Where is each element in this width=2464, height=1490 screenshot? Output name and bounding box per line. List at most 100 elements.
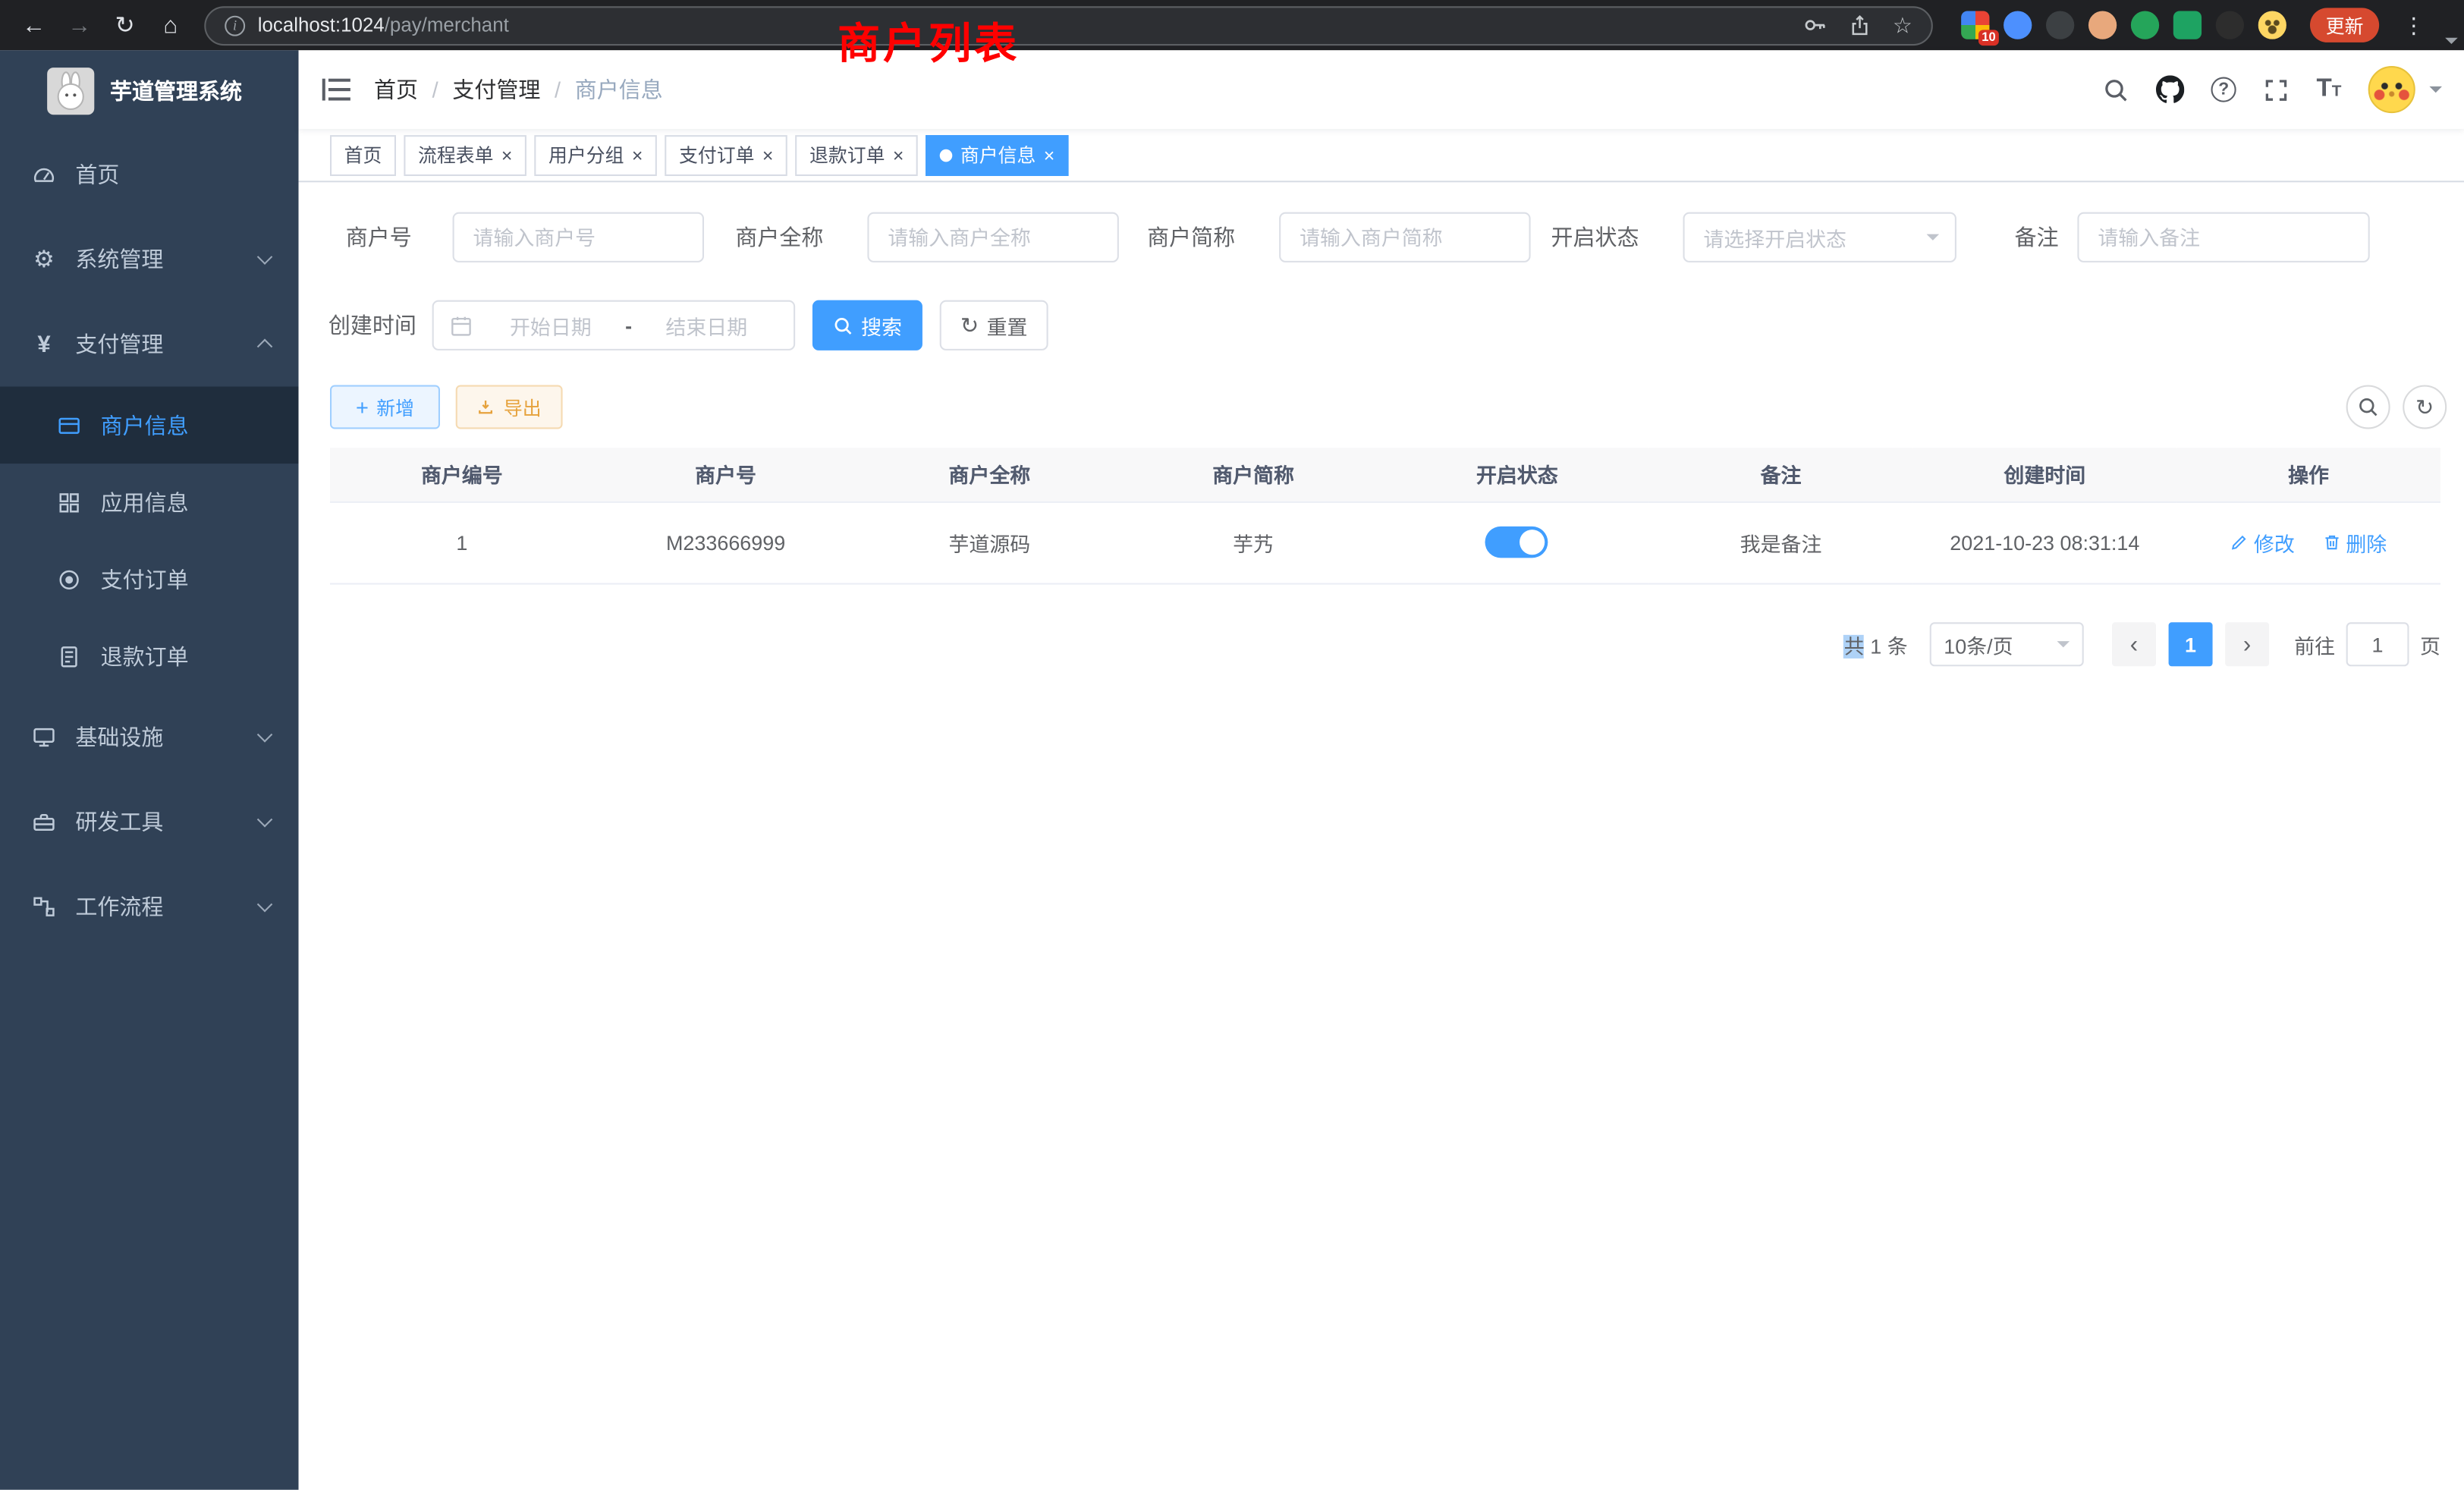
refresh-table-button[interactable]: ↻: [2403, 385, 2447, 429]
delete-link[interactable]: 删除: [2322, 527, 2387, 557]
short-name-input[interactable]: [1279, 212, 1530, 262]
short-name-label: 商户简称: [1144, 212, 1235, 262]
bookmark-star-icon[interactable]: ☆: [1893, 14, 1912, 36]
fullscreen-icon[interactable]: [2263, 76, 2290, 102]
goto-unit: 页: [2420, 630, 2440, 659]
extension-icon-knot[interactable]: [2216, 11, 2244, 39]
extension-icon-dark[interactable]: [2046, 11, 2074, 39]
document-icon: [57, 643, 82, 668]
sidebar-item-dev-tools[interactable]: 研发工具: [0, 779, 299, 864]
page-1-button[interactable]: 1: [2169, 622, 2213, 666]
annotation-text: 商户列表: [838, 9, 1020, 71]
sidebar: 芋道管理系统 首页 ⚙ 系统管理 ¥ 支付管理 商户信息: [0, 50, 299, 1489]
breadcrumb-home[interactable]: 首页: [374, 74, 418, 105]
sidebar-item-payment-order[interactable]: 支付订单: [0, 541, 299, 618]
share-icon[interactable]: [1849, 14, 1872, 37]
back-icon[interactable]: ←: [13, 4, 55, 46]
cell-remark: 我是备注: [1649, 501, 1913, 583]
table-row: 1 M233666999 芋道源码 芋艿 我是备注 2021-10-23 08:…: [330, 501, 2440, 583]
extension-icon-smiley[interactable]: [2258, 11, 2286, 39]
status-select[interactable]: 请选择开启状态: [1683, 212, 1956, 262]
full-name-input[interactable]: [867, 212, 1118, 262]
user-avatar[interactable]: [2368, 66, 2415, 113]
merchant-no-input[interactable]: [453, 212, 704, 262]
tab-user-group[interactable]: 用户分组 ×: [534, 134, 657, 175]
reload-icon[interactable]: ↻: [104, 4, 146, 46]
next-page-button[interactable]: ›: [2225, 622, 2269, 666]
tab-refund-order[interactable]: 退款订单 ×: [795, 134, 918, 175]
profile-caret-icon[interactable]: [2445, 38, 2458, 51]
sidebar-item-workflow[interactable]: 工作流程: [0, 864, 299, 949]
tab-close-icon[interactable]: ×: [501, 146, 513, 165]
extension-icon-blue[interactable]: [2004, 11, 2032, 39]
download-icon: [477, 398, 496, 417]
extension-badge: 10: [1978, 30, 1999, 46]
tab-label: 支付订单: [679, 141, 754, 168]
github-icon[interactable]: [2156, 75, 2184, 103]
edit-link[interactable]: 修改: [2230, 527, 2295, 557]
sidebar-item-app-info[interactable]: 应用信息: [0, 464, 299, 541]
show-search-toggle-button[interactable]: [2346, 385, 2390, 429]
tab-process-form[interactable]: 流程表单 ×: [404, 134, 526, 175]
pagination-total: 共 1 条: [1844, 630, 1908, 659]
breadcrumb-payment[interactable]: 支付管理: [452, 74, 540, 105]
tab-label: 流程表单: [418, 141, 493, 168]
browser-update-button[interactable]: 更新: [2310, 8, 2379, 42]
monitor-icon: [31, 725, 56, 750]
extension-icon-avatar[interactable]: [2088, 11, 2117, 39]
tab-close-icon[interactable]: ×: [632, 146, 643, 165]
sidebar-item-infrastructure[interactable]: 基础设施: [0, 695, 299, 780]
export-button[interactable]: 导出: [456, 385, 563, 429]
add-button[interactable]: + 新增: [330, 385, 440, 429]
active-dot: [940, 149, 953, 162]
forward-icon[interactable]: →: [58, 4, 101, 46]
breadcrumb: 首页 / 支付管理 / 商户信息: [374, 74, 663, 105]
dashboard-icon: [31, 162, 56, 187]
font-size-icon[interactable]: TT: [2317, 77, 2342, 102]
extension-icon-green-circle[interactable]: [2131, 11, 2159, 39]
sidebar-item-home[interactable]: 首页: [0, 132, 299, 217]
refresh-icon: ↻: [960, 314, 979, 336]
sidebar-item-label: 支付订单: [101, 564, 189, 595]
extensions-row: 10 更新 ⋮: [1961, 8, 2434, 42]
prev-page-button[interactable]: ‹: [2112, 622, 2156, 666]
app-logo[interactable]: 芋道管理系统: [0, 50, 299, 132]
remark-input[interactable]: [2077, 212, 2369, 262]
tab-close-icon[interactable]: ×: [1044, 146, 1055, 165]
help-icon[interactable]: ?: [2211, 77, 2236, 102]
tab-home[interactable]: 首页: [330, 134, 396, 175]
chevron-down-icon: [258, 251, 274, 267]
logo-image: [47, 68, 94, 115]
tab-payment-order[interactable]: 支付订单 ×: [665, 134, 787, 175]
browser-home-icon[interactable]: ⌂: [149, 4, 192, 46]
site-info-icon[interactable]: i: [225, 15, 245, 36]
sidebar-item-refund-order[interactable]: 退款订单: [0, 618, 299, 695]
header-search-icon[interactable]: [2103, 76, 2129, 102]
reset-button[interactable]: ↻ 重置: [940, 300, 1048, 350]
avatar-caret-icon[interactable]: [2429, 86, 2442, 99]
status-toggle[interactable]: [1485, 527, 1548, 558]
cell-merchant-id: 1: [330, 501, 594, 583]
sidebar-item-merchant-info[interactable]: 商户信息: [0, 387, 299, 464]
tab-close-icon[interactable]: ×: [893, 146, 904, 165]
date-separator: -: [622, 313, 635, 337]
search-button[interactable]: 搜索: [812, 300, 922, 350]
sidebar-toggle-icon[interactable]: [299, 50, 374, 129]
col-actions: 操作: [2176, 448, 2440, 501]
pagination: 共 1 条 10条/页 ‹ 1 › 前往 页: [299, 622, 2440, 666]
url-text[interactable]: localhost:1024/pay/merchant: [258, 14, 509, 36]
browser-menu-icon[interactable]: ⋮: [2393, 12, 2434, 39]
main-content: 商户号 商户全称 商户简称 开启状态 请选择开启状态 备注 创建时间 开始日期 …: [299, 182, 2464, 1489]
password-key-icon[interactable]: [1803, 13, 1828, 38]
chevron-down-icon: [2057, 641, 2070, 654]
goto-page-input[interactable]: [2346, 622, 2409, 666]
extension-icon-grid[interactable]: 10: [1961, 11, 1989, 39]
create-time-range-picker[interactable]: 开始日期 - 结束日期: [432, 300, 796, 350]
extension-icon-green-square[interactable]: [2173, 11, 2202, 39]
sidebar-item-system[interactable]: ⚙ 系统管理: [0, 217, 299, 302]
sidebar-item-payment[interactable]: ¥ 支付管理: [0, 302, 299, 387]
page-size-select[interactable]: 10条/页: [1930, 622, 2084, 666]
tab-merchant-info[interactable]: 商户信息 ×: [926, 134, 1069, 175]
address-bar[interactable]: i localhost:1024/pay/merchant ☆: [204, 5, 1933, 45]
tab-close-icon[interactable]: ×: [762, 146, 774, 165]
